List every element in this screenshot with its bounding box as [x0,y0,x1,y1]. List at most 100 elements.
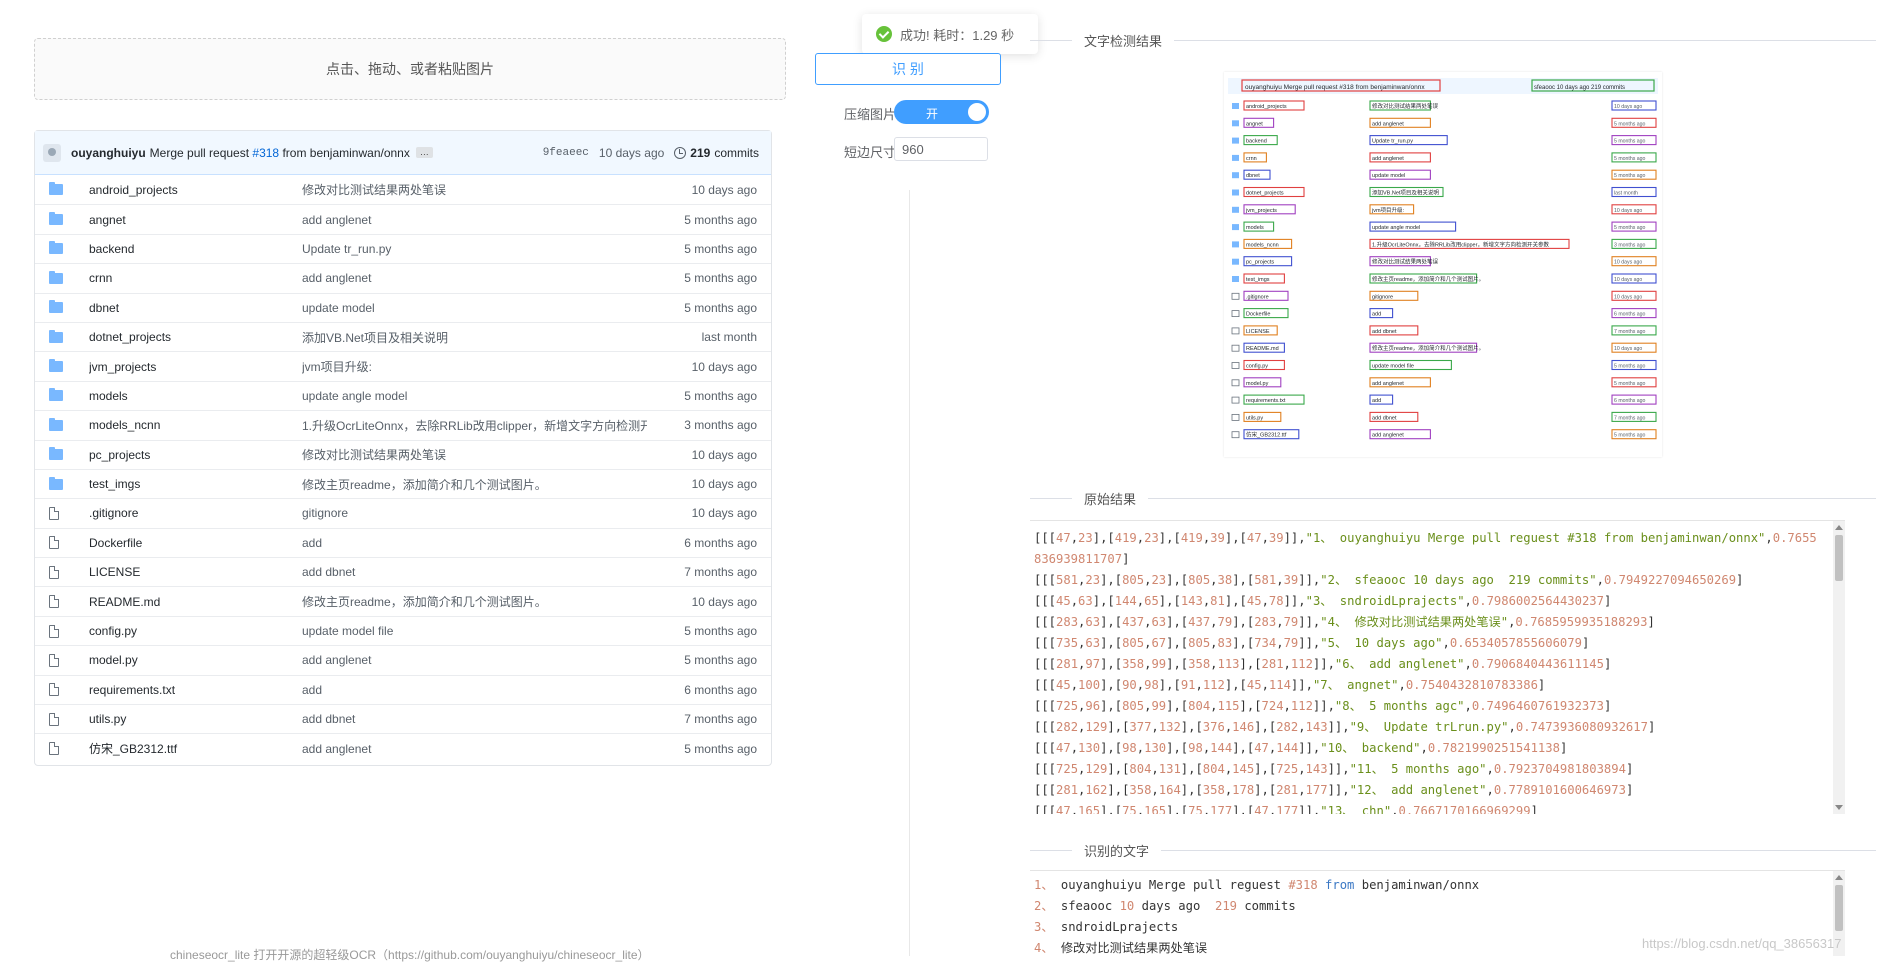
file-name-link[interactable]: utils.py [89,712,302,726]
file-name-link[interactable]: test_imgs [89,477,302,491]
commit-message-link[interactable]: 修改主页readme，添加简介和几个测试图片。 [302,593,647,610]
scroll-thumb[interactable] [1835,885,1843,931]
commit-message-prefix: Merge pull request [149,145,250,160]
commit-message-link[interactable]: add anglenet [302,742,647,756]
commit-author[interactable]: ouyanghuiyu [71,146,146,160]
toast-text: 成功! 耗时：1.29 秒 [900,27,1015,43]
recognize-button[interactable]: 识 别 [815,53,1001,85]
file-row[interactable]: 仿宋_GB2312.ttf add anglenet 5 months ago [35,733,771,762]
commits-count: 219 [690,145,711,160]
commit-message-link[interactable]: add anglenet [302,271,647,285]
expand-message-button[interactable]: … [415,147,433,158]
file-row[interactable]: LICENSE add dbnet 7 months ago [35,557,771,586]
detect-text: 修改主页readme，添加简介和几个测试图片。 [1372,275,1484,283]
commit-message-link[interactable]: add anglenet [302,653,647,667]
file-row[interactable]: .gitignore gitignore 10 days ago [35,498,771,527]
file-row[interactable]: dotnet_projects 添加VB.Net项目及相关说明 last month [35,321,771,351]
detect-text: models [1246,225,1264,231]
file-name-link[interactable]: .gitignore [89,506,302,520]
detect-text: test_imgs [1246,277,1270,283]
commit-message-link[interactable]: 添加VB.Net项目及相关说明 [302,329,647,346]
divider-line [1030,849,1072,851]
file-row[interactable]: android_projects 修改对比测试结果两处笔误 10 days ago [35,175,771,204]
row-icon [49,300,69,314]
file-name-link[interactable]: models_ncnn [89,418,302,432]
commit-message-link[interactable]: jvm项目升级: [302,358,647,375]
commit-age: 5 months ago [684,300,757,315]
file-row[interactable]: README.md 修改主页readme，添加简介和几个测试图片。 10 days … [35,586,771,615]
avatar[interactable] [43,143,61,162]
file-row[interactable]: models update angle model 5 months ago [35,380,771,410]
commit-message-link[interactable]: update model file [302,624,647,638]
file-row[interactable]: pc_projects 修改对比测试结果两处笔误 10 days ago [35,439,771,469]
commits-link[interactable]: 219 commits [674,146,759,160]
file-name-link[interactable]: dbnet [89,301,302,315]
commit-message-link[interactable]: add anglenet [302,213,647,227]
file-name-link[interactable]: android_projects [89,183,302,197]
file-row[interactable]: Dockerfile add 6 months ago [35,527,771,557]
commit-message-link[interactable]: 1.升级OcrLiteOnnx，去除RRLib改用clipper，新增文字方向检… [302,417,647,434]
detect-text: 5 months ago [1614,225,1646,231]
short-side-input[interactable] [894,137,988,161]
file-name-link[interactable]: models [89,389,302,403]
commit-message[interactable]: Merge pull request #318 from benjaminwan… [150,146,410,160]
file-row[interactable]: angnet add anglenet 5 months ago [35,204,771,233]
detect-text: sfeaooc 10 days ago 219 commits [1534,85,1625,91]
commit-message-link[interactable]: Update tr_run.py [302,242,647,256]
short-side-label: 短边尺寸: [844,145,900,160]
commit-sha[interactable]: 9feaeec [543,147,589,159]
detect-text: 5 months ago [1614,156,1646,162]
file-name-link[interactable]: angnet [89,213,302,227]
file-row[interactable]: models_ncnn 1.升级OcrLiteOnnx，去除RRLib改用clip… [35,410,771,439]
detect-text: 3 months ago [1614,242,1646,248]
pr-link[interactable]: #318 [252,146,279,160]
file-name-link[interactable]: 仿宋_GB2312.ttf [89,740,302,757]
file-row[interactable]: backend Update tr_run.py 5 months ago [35,233,771,263]
row-icon [49,212,69,226]
file-row[interactable]: jvm_projects jvm项目升级: 10 days ago [35,351,771,380]
file-name-link[interactable]: Dockerfile [89,536,302,550]
detect-text: 6 months ago [1614,312,1646,318]
detection-result-image: ouyanghuiyu Merge pull request #318 from… [1224,72,1662,457]
commit-message-link[interactable]: add [302,536,647,550]
commit-message-link[interactable]: update model [302,301,647,315]
file-name-link[interactable]: jvm_projects [89,360,302,374]
file-name-link[interactable]: crnn [89,271,302,285]
detect-text: backend [1246,139,1267,145]
raw-result-box[interactable]: [[[47,23],[419,23],[419,39],[47,39]],"1、… [1030,520,1845,814]
file-name-link[interactable]: dotnet_projects [89,330,302,344]
file-name-link[interactable]: config.py [89,624,302,638]
commit-message-link[interactable]: 修改主页readme，添加简介和几个测试图片。 [302,476,647,493]
commit-message-link[interactable]: add dbnet [302,712,647,726]
file-name-link[interactable]: LICENSE [89,565,302,579]
file-row[interactable]: model.py add anglenet 5 months ago [35,645,771,674]
scroll-up-icon[interactable] [1835,525,1843,530]
file-row[interactable]: crnn add anglenet 5 months ago [35,263,771,292]
file-name-link[interactable]: backend [89,242,302,256]
scroll-thumb[interactable] [1835,535,1843,581]
raw-scrollbar[interactable] [1833,521,1845,814]
detect-text: update model file [1372,364,1414,370]
commit-message-link[interactable]: add [302,683,647,697]
scroll-up-icon[interactable] [1835,875,1843,880]
folder-icon [49,329,63,343]
commit-message-link[interactable]: update angle model [302,389,647,403]
commit-message-link[interactable]: 修改对比测试结果两处笔误 [302,181,647,198]
file-row[interactable]: requirements.txt add 6 months ago [35,674,771,704]
file-name-link[interactable]: model.py [89,653,302,667]
file-row[interactable]: utils.py add dbnet 7 months ago [35,704,771,733]
compress-toggle[interactable]: 开 [894,100,989,124]
commit-message-link[interactable]: gitignore [302,506,647,520]
file-row[interactable]: dbnet update model 5 months ago [35,292,771,322]
file-name-link[interactable]: README.md [89,595,302,609]
file-name-link[interactable]: requirements.txt [89,683,302,697]
folder-icon [1232,276,1239,282]
upload-dropzone[interactable]: 点击、拖动、或者粘贴图片 [34,38,786,100]
file-name-link[interactable]: pc_projects [89,448,302,462]
commit-age: 3 months ago [684,418,757,433]
commit-message-link[interactable]: 修改对比测试结果两处笔误 [302,446,647,463]
scroll-down-icon[interactable] [1835,805,1843,810]
file-row[interactable]: config.py update model file 5 months ago [35,615,771,645]
file-row[interactable]: test_imgs 修改主页readme，添加简介和几个测试图片。 10 days … [35,468,771,498]
commit-message-link[interactable]: add dbnet [302,565,647,579]
